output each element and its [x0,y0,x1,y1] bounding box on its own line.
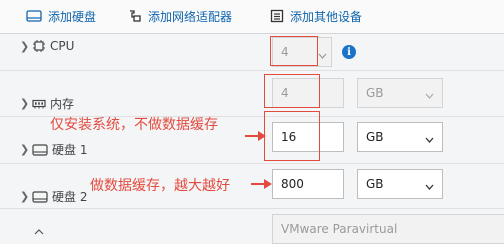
cpu-icon [32,39,46,53]
disk-icon [32,143,48,156]
disk2-row-header[interactable]: ❯ 硬盘 2 [20,188,87,205]
disk1-label: 硬盘 1 [52,143,88,157]
device-list-icon [270,9,284,23]
row-divider [0,208,504,209]
arrow-right-icon [251,179,272,189]
disk1-unit-value: GB [366,130,384,144]
chevron-right-icon: ❯ [20,190,30,203]
chevron-down-icon [425,179,434,193]
disk2-size-value: 800 [281,177,304,191]
row-divider [0,70,504,71]
memory-icon [32,99,46,109]
highlight-box [264,111,320,161]
controller-row-header[interactable] [34,224,44,238]
add-network-adapter-label: 添加网络适配器 [148,9,233,24]
controller-type-value: VMware Paravirtual [281,222,398,236]
memory-label: 内存 [50,97,75,111]
row-divider [0,163,504,164]
cpu-label: CPU [50,39,75,53]
device-toolbar: 添加硬盘 添加网络适配器 添加其他设备 [0,0,504,34]
disk2-unit-value: GB [366,177,384,191]
highlight-box [264,74,320,108]
memory-unit-select[interactable]: GB [357,78,443,108]
memory-row-header[interactable]: ❯ 内存 [20,95,74,112]
chevron-down-icon [425,88,434,102]
chevron-up-icon [34,224,44,238]
disk2-annotation: 做数据缓存，越大越好 [90,178,230,194]
chevron-down-icon [425,132,434,146]
add-disk-button[interactable]: 添加硬盘 [26,6,96,26]
disk2-size-input[interactable]: 800 [272,169,344,199]
disk-icon [26,9,42,23]
add-disk-label: 添加硬盘 [48,9,97,24]
chevron-down-icon [318,48,327,62]
add-network-adapter-button[interactable]: 添加网络适配器 [128,6,232,26]
disk1-annotation: 仅安装系统，不做数据缓存 [50,117,218,133]
chevron-right-icon: ❯ [20,97,30,110]
cpu-row-header[interactable]: ❯ CPU [20,39,74,53]
arrow-right-icon [245,131,266,141]
chevron-right-icon: ❯ [20,39,30,53]
network-adapter-icon [128,9,142,23]
add-other-device-label: 添加其他设备 [290,9,363,24]
chevron-right-icon: ❯ [20,143,30,156]
disk1-row-header[interactable]: ❯ 硬盘 1 [20,141,87,158]
highlight-box [270,36,318,66]
memory-unit-value: GB [366,86,384,100]
disk-icon [32,190,48,203]
disk1-unit-select[interactable]: GB [357,122,443,152]
disk2-unit-select[interactable]: GB [357,169,443,199]
disk2-label: 硬盘 2 [52,190,88,204]
add-other-device-button[interactable]: 添加其他设备 [270,6,362,26]
info-icon[interactable]: i [342,45,356,59]
